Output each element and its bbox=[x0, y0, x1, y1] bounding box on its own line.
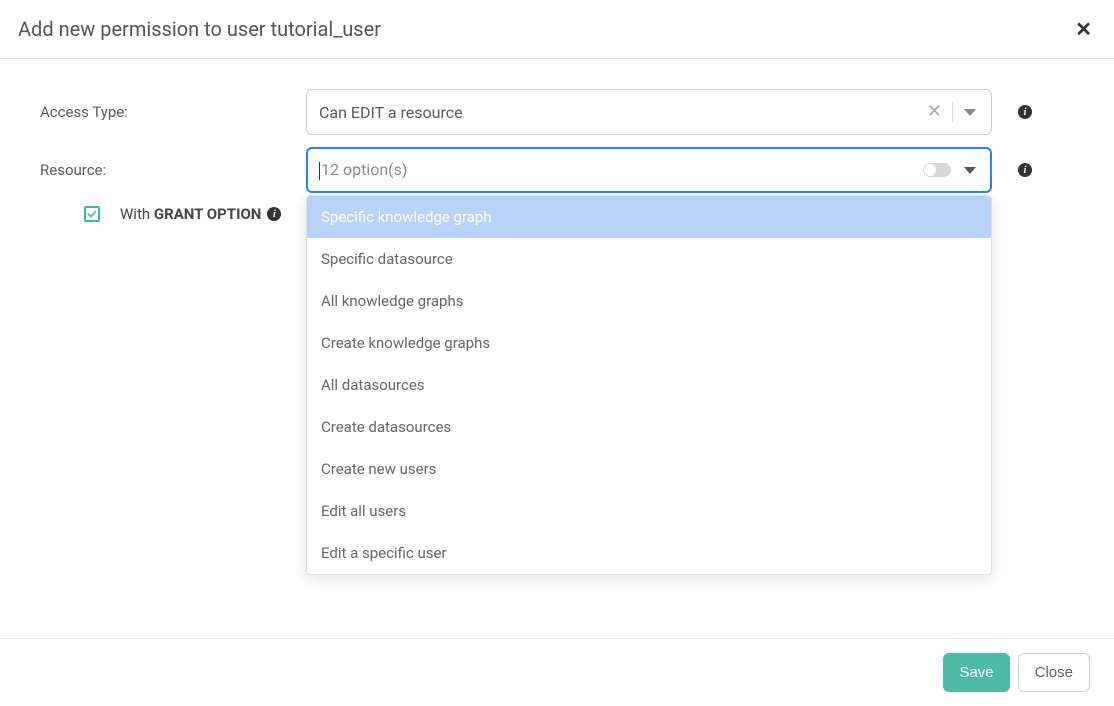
close-button[interactable]: Close bbox=[1018, 653, 1090, 692]
close-icon[interactable]: ✕ bbox=[1071, 15, 1096, 43]
info-col: i bbox=[992, 105, 1032, 119]
info-icon[interactable]: i bbox=[267, 207, 281, 221]
option-all-datasources[interactable]: All datasources bbox=[307, 364, 991, 406]
grant-bold: GRANT OPTION bbox=[154, 205, 262, 223]
toggle-switch[interactable] bbox=[923, 163, 951, 177]
modal-body: Access Type: Can EDIT a resource ✕ i Res… bbox=[0, 59, 1114, 253]
save-button[interactable]: Save bbox=[943, 653, 1009, 692]
modal-header: Add new permission to user tutorial_user… bbox=[0, 0, 1114, 59]
info-col: i bbox=[992, 163, 1032, 177]
option-edit-all-users[interactable]: Edit all users bbox=[307, 490, 991, 532]
grant-label: With GRANT OPTION bbox=[120, 205, 261, 223]
text-cursor bbox=[319, 162, 320, 180]
check-icon bbox=[86, 208, 98, 220]
option-edit-specific-user[interactable]: Edit a specific user bbox=[307, 532, 991, 574]
separator bbox=[952, 101, 953, 123]
resource-placeholder: 12 option(s) bbox=[319, 160, 923, 180]
access-type-label: Access Type: bbox=[40, 103, 306, 121]
option-specific-datasource[interactable]: Specific datasource bbox=[307, 238, 991, 280]
access-type-value: Can EDIT a resource bbox=[319, 103, 921, 122]
chevron-down-icon[interactable] bbox=[957, 157, 983, 183]
access-type-control: Can EDIT a resource ✕ bbox=[306, 89, 992, 135]
modal-title: Add new permission to user tutorial_user bbox=[18, 17, 381, 41]
chevron-down-icon[interactable] bbox=[957, 99, 983, 125]
resource-label: Resource: bbox=[40, 161, 306, 179]
grant-prefix: With bbox=[120, 205, 154, 223]
resource-placeholder-text: 12 option(s) bbox=[321, 160, 407, 179]
resource-control: 12 option(s) Specific knowledge graph Sp… bbox=[306, 147, 992, 193]
option-create-new-users[interactable]: Create new users bbox=[307, 448, 991, 490]
row-resource: Resource: 12 option(s) Specific knowledg… bbox=[40, 147, 1074, 193]
info-icon[interactable]: i bbox=[1018, 105, 1032, 119]
clear-icon[interactable]: ✕ bbox=[921, 103, 948, 121]
option-create-knowledge-graphs[interactable]: Create knowledge graphs bbox=[307, 322, 991, 364]
resource-select[interactable]: 12 option(s) bbox=[306, 147, 992, 193]
toggle-knob bbox=[924, 164, 936, 176]
info-icon[interactable]: i bbox=[1018, 163, 1032, 177]
option-all-knowledge-graphs[interactable]: All knowledge graphs bbox=[307, 280, 991, 322]
option-specific-knowledge-graph[interactable]: Specific knowledge graph bbox=[307, 196, 991, 238]
resource-dropdown: Specific knowledge graph Specific dataso… bbox=[306, 195, 992, 575]
row-access-type: Access Type: Can EDIT a resource ✕ i bbox=[40, 89, 1074, 135]
access-type-select[interactable]: Can EDIT a resource ✕ bbox=[306, 89, 992, 135]
modal-footer: Save Close bbox=[0, 638, 1114, 706]
grant-checkbox[interactable] bbox=[84, 206, 100, 222]
option-create-datasources[interactable]: Create datasources bbox=[307, 406, 991, 448]
